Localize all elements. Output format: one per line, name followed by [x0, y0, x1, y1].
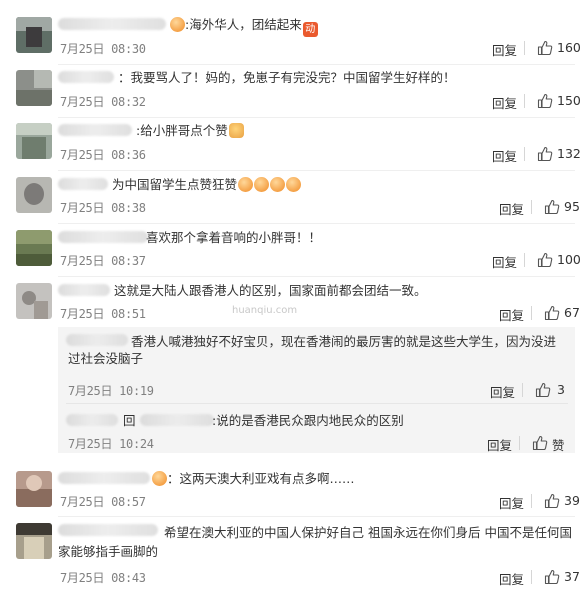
sub-reply-prefix: 回	[123, 413, 136, 428]
reply-button[interactable]: 回复	[492, 252, 517, 271]
like-count: 3	[557, 382, 565, 397]
emoji-icon	[152, 471, 167, 486]
thumbs-up-icon[interactable]	[544, 199, 560, 215]
comment-time: 7月25日 08:38	[60, 201, 146, 215]
like-count: 39	[564, 493, 580, 508]
comment-time: 7月25日 08:37	[60, 254, 146, 268]
emoji-icon: 动	[302, 22, 318, 37]
comment-text: ：这两天澳大利亚戏有点多啊……	[151, 470, 355, 487]
comment-text: 希望在澳大利亚的中国人保护好自己 祖国永远在你们身后 中国不是任何国家能够指手画…	[58, 525, 572, 559]
emoji-icon	[170, 17, 185, 32]
thumbs-up-icon[interactable]	[544, 305, 560, 321]
emoji-icon	[238, 177, 254, 192]
comment-text: :给小胖哥点个赞	[136, 122, 244, 139]
reply-button[interactable]: 回复	[499, 199, 524, 218]
emoji-icon	[286, 177, 302, 192]
divider	[58, 516, 575, 517]
separator	[524, 94, 525, 108]
separator	[531, 570, 532, 584]
thumbs-up-icon[interactable]	[535, 382, 551, 398]
blurred-username	[58, 178, 108, 190]
comment-text: ：我要骂人了！妈的，免崽子有完没完？中国留学生好样的！	[118, 70, 456, 85]
blurred-username	[140, 414, 214, 426]
sub-reply-text: 香港人喊港独好不好宝贝，现在香港闹的最厉害的就是这些大学生，因为没进过社会没脑子	[68, 334, 557, 366]
avatar[interactable]	[16, 70, 52, 106]
like-count: 37	[564, 569, 580, 584]
reply-button[interactable]: 回复	[499, 305, 524, 324]
reply-button[interactable]: 回复	[492, 93, 517, 112]
like-label[interactable]: 赞	[552, 435, 565, 454]
sub-reply-time: 7月25日 10:19	[68, 384, 154, 398]
blurred-username	[58, 231, 148, 243]
thumbs-up-icon[interactable]	[537, 40, 553, 56]
comment-text: 为中国留学生点赞狂赞	[112, 176, 302, 193]
like-count: 95	[564, 199, 580, 214]
avatar[interactable]	[16, 471, 52, 507]
thumbs-up-icon[interactable]	[537, 146, 553, 162]
thumbs-up-icon[interactable]	[544, 569, 560, 585]
reply-button[interactable]: 回复	[487, 435, 512, 454]
divider	[66, 403, 568, 404]
blurred-username	[58, 284, 110, 296]
avatar[interactable]	[16, 283, 52, 319]
comment-text: :海外华人，团结起来动	[169, 16, 318, 37]
reply-button[interactable]: 回复	[492, 146, 517, 165]
thumbs-up-icon[interactable]	[544, 493, 560, 509]
separator	[531, 200, 532, 214]
separator	[524, 147, 525, 161]
avatar[interactable]	[16, 177, 52, 213]
comment-time: 7月25日 08:32	[60, 95, 146, 109]
blurred-username	[58, 71, 114, 83]
emoji-icon	[254, 177, 270, 192]
like-count: 67	[564, 305, 580, 320]
like-count: 100	[557, 252, 581, 267]
blurred-username	[58, 124, 132, 136]
comment-time: 7月25日 08:36	[60, 148, 146, 162]
blurred-username	[58, 18, 166, 30]
comment-text: 喜欢那个拿着音响的小胖哥！！	[146, 230, 322, 245]
thumbs-up-icon[interactable]	[532, 435, 548, 451]
sub-reply-text: :说的是香港民众跟内地民众的区别	[212, 413, 404, 428]
sub-reply-time: 7月25日 10:24	[68, 437, 154, 451]
thumbs-up-icon[interactable]	[537, 93, 553, 109]
reply-button[interactable]: 回复	[490, 382, 515, 401]
comment-text: 这就是大陆人跟香港人的区别，国家面前都会团结一致。	[114, 283, 427, 298]
divider	[58, 64, 575, 65]
like-count: 150	[557, 93, 581, 108]
thumbs-up-icon[interactable]	[537, 252, 553, 268]
avatar[interactable]	[16, 123, 52, 159]
reply-button[interactable]: 回复	[492, 40, 517, 59]
divider	[58, 223, 575, 224]
reply-button[interactable]: 回复	[499, 493, 524, 512]
separator	[531, 494, 532, 508]
separator	[524, 41, 525, 55]
like-count: 160	[557, 40, 581, 55]
reply-button[interactable]: 回复	[499, 569, 524, 588]
divider	[58, 276, 575, 277]
separator	[522, 383, 523, 397]
comment-time: 7月25日 08:57	[60, 495, 146, 509]
separator	[524, 253, 525, 267]
comment-time: 7月25日 08:51	[60, 307, 146, 321]
avatar[interactable]	[16, 17, 52, 53]
blurred-username	[66, 414, 118, 426]
watermark: huanqiu.com	[232, 305, 298, 316]
avatar[interactable]	[16, 523, 52, 559]
blurred-username	[58, 472, 150, 484]
divider	[58, 170, 575, 171]
comment-time: 7月25日 08:30	[60, 42, 146, 56]
separator	[519, 436, 520, 450]
emoji-icon	[270, 177, 286, 192]
separator	[531, 306, 532, 320]
divider	[58, 117, 575, 118]
thumbs-up-emoji-icon	[228, 123, 244, 138]
comment-time: 7月25日 08:43	[60, 571, 146, 585]
like-count: 132	[557, 146, 581, 161]
avatar[interactable]	[16, 230, 52, 266]
